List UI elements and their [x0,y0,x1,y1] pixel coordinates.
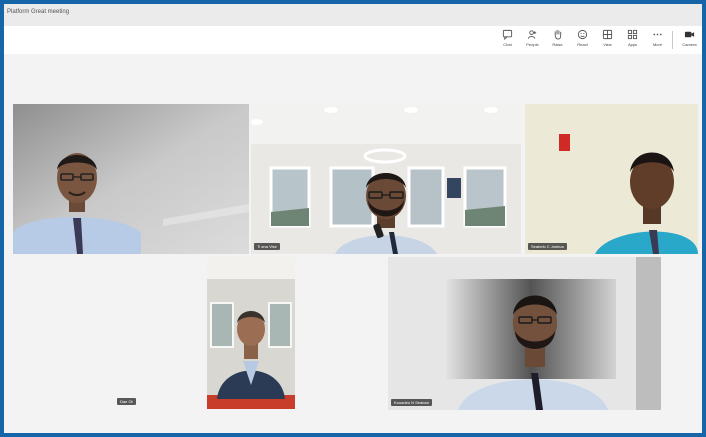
title-bar: Platform Great meeting [4,4,702,26]
camera-button-label: Camera [682,42,697,47]
participant-name-label: Ti ana Vise [254,243,280,250]
video-stage: Ti ana Vise Seabelo C Joshua Dae Ot Koua… [4,54,702,433]
participant-name-label: Kouadeo N Seaban [391,399,432,406]
meeting-title: Platform Great meeting [7,9,70,15]
meeting-toolbar: Chat People Raise React View Apps More C… [495,29,702,55]
view-icon [602,29,613,40]
participant-video-4[interactable] [207,257,295,409]
people-button[interactable]: People [520,29,545,47]
more-button[interactable]: More [645,29,670,47]
participant-video-image [207,257,295,409]
raise-hand-button-label: Raise [552,42,563,47]
participant-video-image [251,104,521,254]
view-button-label: View [603,42,612,47]
apps-icon [627,29,638,40]
camera-button[interactable]: Camera [677,29,702,47]
chat-icon [502,29,513,40]
camera-icon [684,31,695,38]
people-button-label: People [526,42,539,47]
participant-video-3[interactable]: Seabelo C Joshua [525,104,698,254]
chat-button-label: Chat [503,42,512,47]
participant-name-label: Seabelo C Joshua [528,243,567,250]
participant-name-label: Dae Ot [117,398,136,405]
apps-button[interactable]: Apps [620,29,645,47]
participant-video-1[interactable] [13,104,249,254]
more-button-label: More [652,42,663,47]
meeting-window: Platform Great meeting Chat People Raise… [0,0,706,437]
react-icon [577,29,588,40]
participant-video-image [388,257,661,410]
participant-video-image [525,104,698,254]
more-icon [653,33,662,36]
participant-video-5[interactable]: Kouadeo N Seaban [388,257,661,410]
raise-hand-button[interactable]: Raise [545,29,570,47]
apps-button-label: Apps [627,42,638,47]
hand-icon [554,29,562,40]
participant-video-image [13,104,249,254]
react-button[interactable]: React [570,29,595,47]
participant-video-2[interactable]: Ti ana Vise [251,104,521,254]
chat-button[interactable]: Chat [495,29,520,47]
people-icon [527,30,537,39]
meeting-toolbar-row: Chat People Raise React View Apps More C… [4,26,702,54]
toolbar-divider [672,31,673,49]
react-button-label: React [577,42,588,47]
view-button[interactable]: View [595,29,620,47]
